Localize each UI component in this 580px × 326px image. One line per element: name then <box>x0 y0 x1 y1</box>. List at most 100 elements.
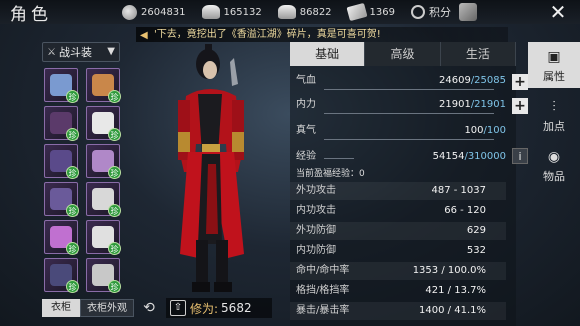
exp-max: /310000 <box>464 151 506 162</box>
stat-value: 487 - 1037 <box>431 185 486 196</box>
tab-basic[interactable]: 基础 <box>290 42 366 66</box>
sliders-icon: ⫶ <box>552 99 556 115</box>
stat-row: 格挡/格挡率 421 / 13.7% <box>290 282 506 300</box>
sword-icon: ⚔ <box>47 46 56 58</box>
currency-card: 1369 <box>346 2 395 22</box>
equipment-set-label: 战斗装 <box>58 46 92 59</box>
stat-label: 暴击/暴击率 <box>296 305 350 316</box>
boots-slot[interactable]: 珍 <box>44 258 79 293</box>
rarity-badge: 珍 <box>108 90 121 103</box>
rarity-badge: 珍 <box>66 280 79 293</box>
rarity-badge: 珍 <box>108 204 121 217</box>
qi-bar <box>324 139 494 140</box>
mp-bar <box>324 113 494 114</box>
card-value: 1369 <box>369 6 395 18</box>
rarity-badge: 珍 <box>66 242 79 255</box>
tab-wardrobe[interactable]: 衣柜 <box>42 299 80 317</box>
ingot-icon <box>277 5 296 19</box>
mp-value: 21901/21901 <box>439 96 506 114</box>
ornament-slot[interactable]: 珍 <box>86 106 121 141</box>
hp-row: 气血 24609/25085 + <box>296 72 528 90</box>
bracer-slot[interactable]: 珍 <box>44 220 79 255</box>
ingot-value: 86822 <box>299 6 332 18</box>
stat-row: 命中/命中率 1353 / 100.0% <box>290 262 506 280</box>
stat-label: 格挡/格挡率 <box>296 285 350 296</box>
shop-icon[interactable] <box>459 3 477 21</box>
nav-items[interactable]: ◉ 物品 <box>528 142 580 188</box>
stat-row: 外功防御 629 <box>290 222 506 240</box>
stat-value: 532 <box>466 245 486 256</box>
belt-slot[interactable]: 珍 <box>44 182 79 217</box>
horn-icon: ◀ <box>140 30 148 41</box>
armor-slot[interactable]: 珍 <box>44 144 79 179</box>
mp-current: 21901 <box>439 99 471 110</box>
rarity-badge: 珍 <box>66 90 79 103</box>
cultivation-display: ⇧ 修为: 5682 <box>166 298 272 318</box>
equipment-set-dropdown[interactable]: ⚔ 战斗装 ▼ <box>42 42 120 62</box>
fan-slot[interactable]: 珍 <box>86 144 121 179</box>
coin-icon <box>122 4 137 20</box>
nav-attributes[interactable]: ▣ 属性 <box>528 42 580 88</box>
stat-row: 内功攻击 66 - 120 <box>290 202 506 220</box>
exp-current: 54154 <box>432 151 465 162</box>
stat-row: 外功攻击 487 - 1037 <box>290 182 506 200</box>
mp-label: 内力 <box>296 99 316 110</box>
stat-label: 命中/命中率 <box>296 265 350 276</box>
currency-ingot: 86822 <box>277 5 332 19</box>
close-button[interactable]: ✕ <box>544 0 572 24</box>
stat-label: 内功防御 <box>296 245 336 256</box>
notice-banner: ◀ '下去，竟挖出了《香溢江湖》碎片，真是可喜可贺! <box>136 27 508 42</box>
stat-row: 内功防御 532 <box>290 242 506 260</box>
hp-value: 24609/25085 <box>439 72 506 90</box>
currency-coin: 2604831 <box>122 4 186 20</box>
nav-points[interactable]: ⫶ 加点 <box>528 92 580 138</box>
mp-row: 内力 21901/21901 + <box>296 96 528 114</box>
character-model[interactable] <box>168 44 264 296</box>
rarity-badge: 珍 <box>66 204 79 217</box>
stat-value: 421 / 13.7% <box>425 285 486 296</box>
exp-bonus: 当前盈福经验：0 <box>296 169 365 179</box>
tab-outfit[interactable]: 衣柜外观 <box>80 299 134 317</box>
stat-label: 外功防御 <box>296 225 336 236</box>
add-hp-button[interactable]: + <box>512 74 528 90</box>
rarity-badge: 珍 <box>108 242 121 255</box>
points-label: 积分 <box>429 6 451 19</box>
page-title: 角色 <box>10 4 52 25</box>
qi-row: 真气 100/100 <box>296 122 514 140</box>
qi-value: 100/100 <box>464 122 506 140</box>
tab-life[interactable]: 生活 <box>440 42 516 66</box>
add-mp-button[interactable]: + <box>512 98 528 114</box>
points-icon <box>411 5 425 19</box>
qi-label: 真气 <box>296 125 316 136</box>
qi-current: 100 <box>464 125 484 136</box>
points-button[interactable]: 积分 <box>411 3 477 21</box>
cultivation-label: 修为: <box>190 301 219 316</box>
cultivation-value: 5682 <box>221 301 252 315</box>
stat-value: 1400 / 41.1% <box>419 305 486 316</box>
silver-value: 165132 <box>223 6 262 18</box>
hp-max: /25085 <box>470 75 506 86</box>
refresh-icon[interactable]: ⟲ <box>140 299 158 317</box>
level-up-icon[interactable]: ⇧ <box>170 300 186 316</box>
exp-row: 经验 54154/310000 i <box>296 148 528 166</box>
ring-slot[interactable]: 珍 <box>86 220 121 255</box>
mp-max: /21901 <box>470 99 506 110</box>
stat-label: 外功攻击 <box>296 185 336 196</box>
exp-info-button[interactable]: i <box>512 148 528 164</box>
nav-attributes-label: 属性 <box>543 70 565 83</box>
notice-text: '下去，竟挖出了《香溢江湖》碎片，真是可喜可贺! <box>154 29 381 40</box>
stat-value: 629 <box>466 225 486 236</box>
stat-label: 内功攻击 <box>296 205 336 216</box>
tab-advanced[interactable]: 高级 <box>365 42 441 66</box>
necklace-slot[interactable]: 珍 <box>86 258 121 293</box>
attributes-icon: ▣ <box>547 49 561 65</box>
bracelet-slot[interactable]: 珍 <box>86 182 121 217</box>
flute-slot[interactable]: 珍 <box>86 68 121 103</box>
card-icon <box>346 2 368 22</box>
hair-slot[interactable]: 珍 <box>44 106 79 141</box>
rarity-badge: 珍 <box>108 128 121 141</box>
silver-ingot-icon <box>201 5 220 19</box>
exp-value: 54154/310000 <box>433 148 506 166</box>
stat-value: 66 - 120 <box>444 205 486 216</box>
weapon-slot[interactable]: 珍 <box>44 68 79 103</box>
